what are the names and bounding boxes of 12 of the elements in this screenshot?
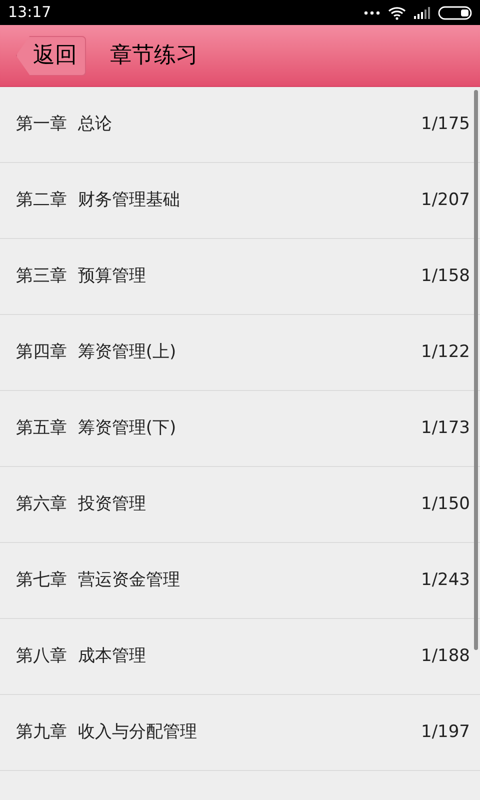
clock: 13:17 (8, 2, 52, 24)
chapter-title: 第一章 总论 (16, 112, 112, 136)
chapter-title: 第七章 营运资金管理 (16, 568, 180, 592)
chapter-title: 第二章 财务管理基础 (16, 188, 180, 212)
chapter-title: 第三章 预算管理 (16, 264, 146, 288)
page-title: 章节练习 (110, 42, 198, 70)
chapter-title: 第四章 筹资管理(上) (16, 340, 176, 364)
chapter-title: 第五章 筹资管理(下) (16, 416, 176, 440)
chapter-title: 第八章 成本管理 (16, 644, 146, 668)
chapter-title: 第六章 投资管理 (16, 492, 146, 516)
chapter-progress: 1/197 (421, 720, 470, 744)
chapter-title: 第九章 收入与分配管理 (16, 720, 197, 744)
